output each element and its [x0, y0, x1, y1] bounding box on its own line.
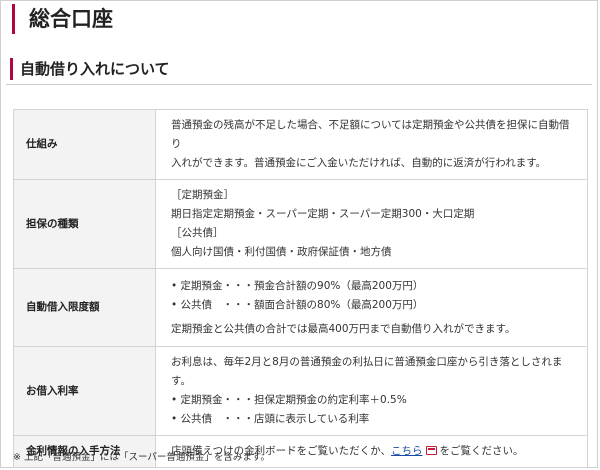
section-title: 自動借り入れについて	[20, 60, 170, 78]
page-title: 総合口座	[12, 4, 113, 34]
table-row: お借入利率 お利息は、毎年2月と8月の普通預金の利払日に普通預金口座から引き落と…	[13, 346, 588, 436]
row-body: 普通預金の残高が不足した場合、不足額については定期預金や公共債を担保に自動借り …	[155, 109, 588, 180]
row-text: 個人向け国債・利付国債・政府保証債・地方債	[171, 246, 392, 258]
table-row: 自動借入限度額 • 定期預金・・・預金合計額の90%（最高200万円） • 公共…	[13, 268, 588, 347]
section-accent-bar	[10, 58, 13, 80]
row-text: をご覧ください。	[439, 445, 524, 457]
section-heading: 自動借り入れについて	[6, 56, 592, 85]
row-header: お借入利率	[13, 346, 156, 436]
external-window-icon	[426, 446, 438, 455]
table-row: 担保の種類 ［定期預金］ 期日指定定期預金・スーパー定期・スーパー定期300・大…	[13, 179, 588, 269]
row-text: • 公共債 ・・・額面合計額の80%（最高200万円）	[171, 298, 424, 311]
footnote: ※ 上記「普通預金」には「スーパー普通預金」を含みます。	[13, 452, 270, 463]
row-text: ［公共債］	[171, 227, 224, 239]
row-text: 入れができます。普通預金にご入金いただければ、自動的に返済が行われます。	[171, 157, 547, 169]
row-body: お利息は、毎年2月と8月の普通預金の利払日に普通預金口座から引き落としされます。…	[155, 346, 588, 436]
info-table: 仕組み 普通預金の残高が不足した場合、不足額については定期預金や公共債を担保に自…	[13, 109, 588, 468]
row-text: • 定期預金・・・預金合計額の90%（最高200万円）	[171, 279, 424, 292]
rates-link[interactable]: こちら	[391, 445, 423, 457]
row-text: ［定期預金］	[171, 189, 234, 201]
row-body: • 定期預金・・・預金合計額の90%（最高200万円） • 公共債 ・・・額面合…	[155, 268, 588, 347]
row-text: 定期預金と公共債の合計では最高400万円まで自動借り入れができます。	[171, 322, 516, 335]
row-text: 期日指定定期預金・スーパー定期・スーパー定期300・大口定期	[171, 208, 475, 220]
row-text: • 定期預金・・・担保定期預金の約定利率＋0.5%	[171, 394, 407, 406]
row-body: ［定期預金］ 期日指定定期預金・スーパー定期・スーパー定期300・大口定期 ［公…	[155, 179, 588, 269]
row-header: 自動借入限度額	[13, 268, 156, 347]
row-header: 仕組み	[13, 109, 156, 180]
row-header: 担保の種類	[13, 179, 156, 269]
row-text: 普通預金の残高が不足した場合、不足額については定期預金や公共債を担保に自動借り	[171, 119, 570, 150]
table-row: 仕組み 普通預金の残高が不足した場合、不足額については定期預金や公共債を担保に自…	[13, 109, 588, 180]
row-text: • 公共債 ・・・店頭に表示している利率	[171, 413, 370, 425]
row-text: お利息は、毎年2月と8月の普通預金の利払日に普通預金口座から引き落としされます。	[171, 356, 563, 387]
